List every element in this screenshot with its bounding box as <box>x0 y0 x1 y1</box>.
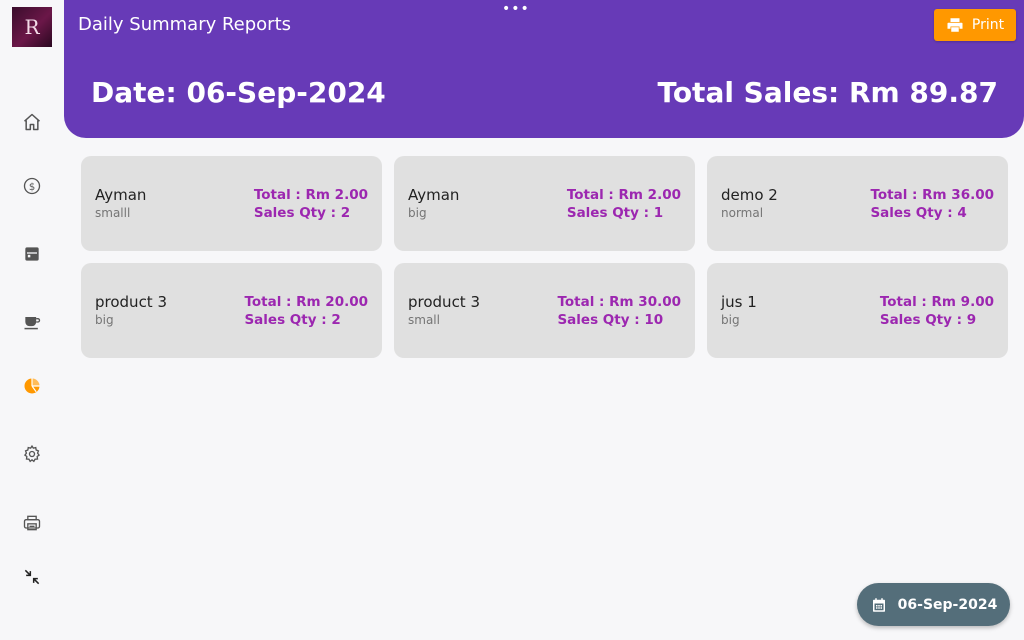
card-qty: Sales Qty : 2 <box>244 312 341 328</box>
card-total: Total : Rm 2.00 <box>253 187 368 203</box>
app-root: R $ ••• Daily Summary Reports Print Date… <box>0 0 1024 640</box>
sidebar-item-settings[interactable] <box>16 438 48 470</box>
product-name: Ayman <box>95 186 147 204</box>
report-header: ••• Daily Summary Reports Print Date: 06… <box>64 0 1024 138</box>
product-variant: big <box>408 206 427 220</box>
product-name: demo 2 <box>721 186 778 204</box>
coffee-icon <box>24 317 41 330</box>
card-totals: Total : Rm 2.00 Sales Qty : 1 <box>567 186 681 222</box>
drag-handle-icon[interactable]: ••• <box>502 2 530 16</box>
sidebar-item-collapse[interactable] <box>16 561 48 593</box>
card-total: Total : Rm 36.00 <box>870 187 994 203</box>
card-total: Total : Rm 20.00 <box>244 294 368 310</box>
sales-card[interactable]: Ayman smalll Total : Rm 2.00 Sales Qty :… <box>81 156 382 251</box>
logo-letter: R <box>24 15 40 39</box>
product-variant: big <box>721 313 740 327</box>
product-variant: smalll <box>95 206 131 220</box>
product-name: Ayman <box>408 186 460 204</box>
product-variant: big <box>95 313 114 327</box>
collapse-icon <box>24 569 40 585</box>
product-name: jus 1 <box>721 293 757 311</box>
sidebar: R $ <box>0 0 64 640</box>
card-qty: Sales Qty : 10 <box>557 312 664 328</box>
inventory-icon <box>25 247 39 261</box>
sales-card[interactable]: demo 2 normal Total : Rm 36.00 Sales Qty… <box>707 156 1008 251</box>
date-chip-label: 06-Sep-2024 <box>897 596 998 613</box>
card-total: Total : Rm 2.00 <box>566 187 681 203</box>
card-totals: Total : Rm 9.00 Sales Qty : 9 <box>880 293 994 329</box>
sales-card[interactable]: jus 1 big Total : Rm 9.00 Sales Qty : 9 <box>707 263 1008 358</box>
sales-cards-grid: Ayman smalll Total : Rm 2.00 Sales Qty :… <box>81 156 1008 358</box>
gear-icon <box>23 444 41 463</box>
product-name: product 3 <box>408 293 481 311</box>
calendar-icon <box>872 597 885 612</box>
svg-text:$: $ <box>29 182 35 193</box>
printer-icon <box>947 18 963 32</box>
print-label: Print <box>971 17 1005 33</box>
card-qty: Sales Qty : 4 <box>870 205 967 221</box>
sidebar-item-reports[interactable] <box>16 370 48 402</box>
card-totals: Total : Rm 36.00 Sales Qty : 4 <box>870 186 994 222</box>
sidebar-item-home[interactable] <box>16 106 48 138</box>
page-title: Daily Summary Reports <box>78 14 292 35</box>
card-total: Total : Rm 30.00 <box>557 294 681 310</box>
total-sales: Total Sales: Rm 89.87 <box>657 76 998 109</box>
sales-card[interactable]: Ayman big Total : Rm 2.00 Sales Qty : 1 <box>394 156 695 251</box>
card-totals: Total : Rm 30.00 Sales Qty : 10 <box>557 293 681 329</box>
sales-card[interactable]: product 3 small Total : Rm 30.00 Sales Q… <box>394 263 695 358</box>
card-totals: Total : Rm 2.00 Sales Qty : 2 <box>254 186 368 222</box>
card-qty: Sales Qty : 9 <box>879 312 977 328</box>
home-icon <box>24 113 40 131</box>
card-qty: Sales Qty : 1 <box>566 205 664 221</box>
product-variant: normal <box>721 206 764 220</box>
report-date: Date: 06-Sep-2024 <box>91 76 386 109</box>
product-name: product 3 <box>95 293 168 311</box>
sales-card[interactable]: product 3 big Total : Rm 20.00 Sales Qty… <box>81 263 382 358</box>
card-totals: Total : Rm 20.00 Sales Qty : 2 <box>244 293 368 329</box>
pie-chart-icon <box>24 378 40 394</box>
dollar-icon: $ <box>23 177 41 195</box>
card-total: Total : Rm 9.00 <box>879 294 994 310</box>
print-button[interactable]: Print <box>934 9 1016 41</box>
card-qty: Sales Qty : 2 <box>253 205 351 221</box>
date-picker-button[interactable]: 06-Sep-2024 <box>857 583 1010 626</box>
sidebar-item-products[interactable] <box>16 306 48 338</box>
product-variant: small <box>408 313 440 327</box>
sidebar-item-printer[interactable] <box>16 507 48 539</box>
sidebar-item-sales[interactable]: $ <box>16 170 48 202</box>
printer-icon <box>23 515 41 531</box>
app-logo: R <box>12 7 52 47</box>
sidebar-item-inventory[interactable] <box>16 238 48 270</box>
